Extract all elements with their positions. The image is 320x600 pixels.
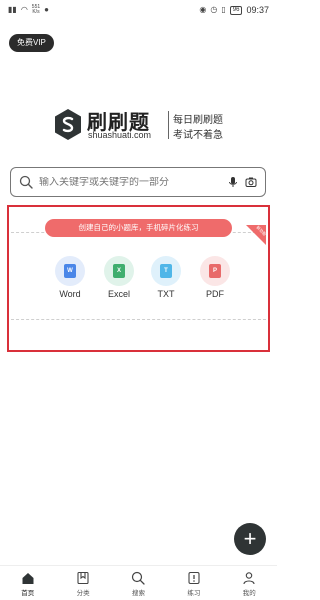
wifi-icon: ◠ (20, 5, 28, 14)
search-bar[interactable] (10, 167, 266, 197)
nav-item-profile[interactable]: 我的 (229, 571, 269, 597)
signal-icon: ▮▮ (8, 5, 17, 14)
nav-label-category: 分类 (76, 590, 90, 597)
status-left: ▮▮ ◠ 551 K/s ● (8, 5, 49, 15)
speed-unit: K/s (32, 9, 40, 15)
brand-logo: 刷刷题 shuashuati.com 每日刷刷题 考试不着急 (53, 108, 233, 142)
excel-icon: X (104, 256, 134, 286)
nav-item-search[interactable]: 搜索 (118, 571, 158, 597)
message-icon: ● (44, 5, 49, 14)
nav-item-category[interactable]: 分类 (63, 571, 103, 597)
search-input[interactable] (39, 176, 221, 188)
nav-label-home: 首页 (21, 590, 35, 597)
status-right: ◉ ◷ ▯ 96 09:37 (199, 5, 269, 15)
practice-icon (188, 571, 200, 585)
format-label-pdf: PDF (206, 289, 224, 299)
nav-label-search: 搜索 (131, 590, 145, 597)
format-label-excel: Excel (107, 289, 130, 299)
nav-label-profile: 我的 (242, 590, 256, 597)
corner-ribbon-text: 新功能 (255, 225, 266, 237)
slogan-line-2: 考试不着急 (173, 130, 223, 141)
txt-icon: T (151, 256, 181, 286)
nav-item-home[interactable]: 首页 (8, 571, 48, 597)
bottom-nav: 首页 分类 搜索 练习 我的 (0, 565, 277, 600)
clock: 09:37 (246, 5, 269, 15)
vibrate-icon: ▯ (221, 5, 226, 14)
add-fab-button[interactable]: + (234, 523, 266, 555)
free-vip-button[interactable]: 免费VIP (9, 34, 54, 52)
create-question-bank-banner[interactable]: 创建自己的小题库，手机碎片化练习 (45, 219, 232, 237)
network-speed: 551 K/s (32, 5, 40, 15)
format-label-txt: TXT (157, 289, 175, 299)
battery-indicator: 96 (229, 5, 243, 15)
search-icon (19, 175, 33, 189)
format-label-word: Word (59, 289, 81, 299)
slogan-line-1: 每日刷刷题 (173, 115, 223, 126)
logo-hexagon-icon (55, 109, 81, 140)
microphone-icon[interactable] (227, 176, 239, 188)
home-icon (22, 573, 34, 584)
search-nav-icon (132, 571, 146, 585)
brand-divider (168, 111, 169, 139)
format-pdf[interactable]: P PDF (190, 256, 240, 299)
nav-label-practice: 练习 (187, 590, 201, 597)
corner-ribbon: 新功能 (246, 225, 266, 245)
status-bar: ▮▮ ◠ 551 K/s ● ◉ ◷ ▯ 96 09:37 (0, 0, 277, 20)
pdf-icon: P (200, 256, 230, 286)
camera-icon[interactable] (245, 176, 257, 188)
alarm-icon: ◷ (210, 5, 218, 14)
brand-domain: shuashuati.com (88, 130, 152, 140)
word-icon: W (55, 256, 85, 286)
format-excel[interactable]: X Excel (94, 256, 144, 299)
import-format-list: W Word X Excel T TXT P PDF (0, 256, 277, 306)
eye-icon: ◉ (199, 5, 207, 14)
nav-item-practice[interactable]: 练习 (174, 571, 214, 597)
format-word[interactable]: W Word (45, 256, 95, 299)
profile-icon (243, 572, 255, 585)
bookmark-icon (77, 571, 89, 585)
format-txt[interactable]: T TXT (141, 256, 191, 299)
